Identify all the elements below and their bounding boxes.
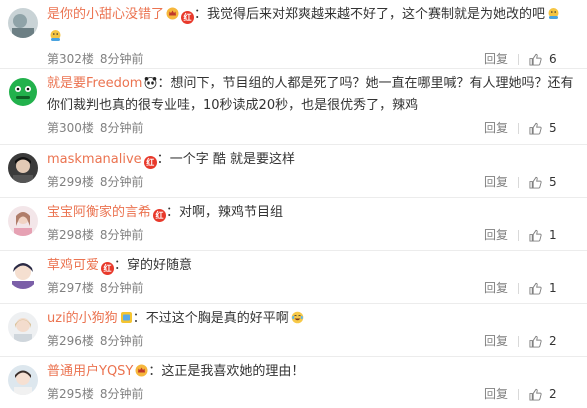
floor-number: 第299楼 (47, 175, 94, 189)
panda-badge-icon (144, 76, 157, 89)
divider (518, 388, 519, 400)
comment-item: uzi的小狗狗 ：不过这个胸是真的好平啊 第296楼 8分钟前 回复 2 (0, 304, 587, 357)
floor-number: 第297楼 (47, 281, 94, 295)
red-badge-icon: 红 (181, 11, 195, 24)
divider (518, 282, 519, 294)
comment-text: ：对啊，辣鸡节目组 (166, 205, 284, 220)
reply-button[interactable]: 回复 (484, 224, 508, 246)
like-count: 5 (549, 175, 557, 189)
timestamp: 8分钟前 (99, 52, 144, 66)
yellow-badge-icon (120, 311, 133, 324)
reply-button[interactable]: 回复 (484, 48, 508, 70)
like-button[interactable]: 2 (529, 330, 557, 352)
username-link[interactable]: maskmanalive (47, 152, 142, 167)
hands-emoji-icon (547, 7, 560, 20)
like-button[interactable]: 5 (529, 171, 557, 193)
timestamp: 8分钟前 (99, 121, 144, 135)
comment-item: 是你的小甜心没错了 红：我觉得后来对郑爽越来越不好了，这个赛制就是为她改的吧 第3… (0, 0, 587, 69)
comment-text: ：一个字 酷 就是要这样 (156, 152, 295, 167)
like-button[interactable]: 2 (529, 383, 557, 405)
divider (518, 53, 519, 65)
reply-button[interactable]: 回复 (484, 330, 508, 352)
avatar[interactable] (8, 365, 38, 395)
comment-item: 就是要Freedom ：想问下，节目组的人都是死了吗？她一直在哪里喊？有人理她吗？… (0, 69, 587, 145)
like-button[interactable]: 1 (529, 277, 557, 299)
avatar[interactable] (8, 259, 38, 289)
avatar[interactable] (8, 312, 38, 342)
red-badge-icon: 红 (143, 156, 157, 169)
comment-text: ：我觉得后来对郑爽越来越不好了，这个赛制就是为她改的吧 (194, 7, 546, 22)
avatar[interactable] (8, 8, 38, 38)
hands-emoji-icon (49, 29, 62, 42)
timestamp: 8分钟前 (99, 175, 144, 189)
floor-number: 第295楼 (47, 387, 94, 401)
timestamp: 8分钟前 (99, 281, 144, 295)
timestamp: 8分钟前 (99, 387, 144, 401)
thumbs-up-icon (529, 282, 542, 295)
red-badge-icon: 红 (153, 209, 167, 222)
username-link[interactable]: 宝宝阿衡家的言希 (47, 205, 151, 220)
like-count: 1 (549, 228, 557, 242)
divider (518, 122, 519, 134)
timestamp: 8分钟前 (99, 334, 144, 348)
comment-text: ：穿的好随意 (114, 258, 193, 273)
like-count: 5 (549, 121, 557, 135)
like-count: 6 (549, 52, 557, 66)
laugh-cry-emoji-icon (291, 311, 304, 324)
like-button[interactable]: 6 (529, 48, 557, 70)
comment-item: 草鸡可爱红：穿的好随意 第297楼 8分钟前 回复 1 (0, 251, 587, 304)
avatar[interactable] (8, 206, 38, 236)
floor-number: 第300楼 (47, 121, 94, 135)
timestamp: 8分钟前 (99, 228, 144, 242)
divider (518, 176, 519, 188)
reply-button[interactable]: 回复 (484, 171, 508, 193)
comment-item: 普通用户YQSY ：这正是我喜欢她的理由！ 第295楼 8分钟前 回复 2 (0, 357, 587, 408)
thumbs-up-icon (529, 122, 542, 135)
username-link[interactable]: 就是要Freedom (47, 76, 142, 91)
thumbs-up-icon (529, 53, 542, 66)
comment-text: ：这正是我喜欢她的理由！ (148, 364, 305, 379)
thumbs-up-icon (529, 388, 542, 401)
like-button[interactable]: 1 (529, 224, 557, 246)
like-count: 1 (549, 281, 557, 295)
thumbs-up-icon (529, 229, 542, 242)
avatar[interactable] (8, 153, 38, 183)
like-count: 2 (549, 334, 557, 348)
reply-button[interactable]: 回复 (484, 383, 508, 405)
floor-number: 第302楼 (47, 52, 94, 66)
comment-text: ：不过这个胸是真的好平啊 (132, 311, 289, 326)
floor-number: 第296楼 (47, 334, 94, 348)
crown-badge-icon (166, 7, 179, 20)
username-link[interactable]: 草鸡可爱 (47, 258, 99, 273)
red-badge-icon: 红 (101, 262, 115, 275)
like-count: 2 (549, 387, 557, 401)
comment-item: 宝宝阿衡家的言希红：对啊，辣鸡节目组 第298楼 8分钟前 回复 1 (0, 198, 587, 251)
comment-item: maskmanalive 红：一个字 酷 就是要这样 第299楼 8分钟前 回复 5 (0, 145, 587, 198)
reply-button[interactable]: 回复 (484, 277, 508, 299)
username-link[interactable]: uzi的小狗狗 (47, 311, 118, 326)
thumbs-up-icon (529, 176, 542, 189)
divider (518, 229, 519, 241)
crown-badge-icon (135, 364, 148, 377)
username-link[interactable]: 普通用户YQSY (47, 364, 133, 379)
thumbs-up-icon (529, 335, 542, 348)
floor-number: 第298楼 (47, 228, 94, 242)
avatar[interactable] (8, 77, 38, 107)
like-button[interactable]: 5 (529, 117, 557, 139)
username-link[interactable]: 是你的小甜心没错了 (47, 7, 164, 22)
divider (518, 335, 519, 347)
reply-button[interactable]: 回复 (484, 117, 508, 139)
comment-list: 是你的小甜心没错了红：我觉得后来对郑爽越来越不好了，这个赛制就是为她改的吧 第3… (0, 0, 587, 408)
